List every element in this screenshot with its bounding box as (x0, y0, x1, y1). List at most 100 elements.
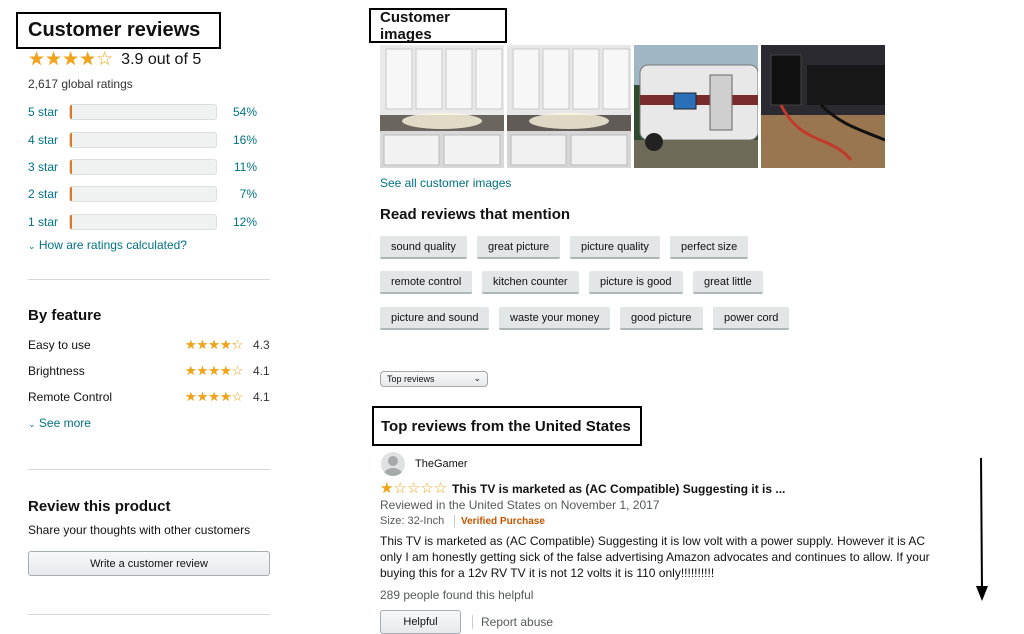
helpful-button[interactable]: Helpful (380, 610, 461, 634)
customer-images-title-text: Customer images (380, 8, 451, 43)
sort-reviews-select[interactable]: Top reviews ⌄ (380, 371, 488, 387)
histogram-percent[interactable]: 11% (217, 160, 257, 174)
divider (28, 614, 270, 615)
star-filled-icon: ★★★★★ (185, 390, 233, 403)
mention-chip[interactable]: picture and sound (380, 307, 490, 330)
histogram-bar[interactable] (69, 214, 217, 230)
star-filled-icon: ★★★★★ (185, 338, 235, 351)
average-rating: ☆☆☆☆☆ ★★★★★ 3.9 out of 5 (28, 50, 201, 69)
histogram-bar-fill (70, 105, 72, 119)
histogram-star-label[interactable]: 4 star (28, 133, 69, 147)
review-date: Reviewed in the United States on Novembe… (380, 498, 660, 512)
report-abuse-link[interactable]: Report abuse (481, 615, 553, 629)
chevron-down-icon: ⌄ (28, 241, 36, 251)
histogram-percent[interactable]: 12% (217, 215, 257, 229)
histogram-bar-fill (70, 160, 72, 174)
histogram-star-label[interactable]: 5 star (28, 105, 69, 119)
mention-chip[interactable]: kitchen counter (482, 271, 579, 294)
share-thoughts-text: Share your thoughts with other customers (28, 523, 251, 537)
histogram-percent[interactable]: 7% (217, 187, 257, 201)
histogram-bar-fill (70, 215, 72, 229)
by-feature-title: By feature (28, 307, 102, 324)
global-ratings-count: 2,617 global ratings (28, 77, 133, 91)
feature-rating-value: 4.3 (253, 338, 270, 352)
histogram-bar-fill (70, 133, 72, 147)
mention-chip[interactable]: good picture (620, 307, 703, 330)
mention-chip[interactable]: perfect size (670, 236, 749, 259)
top-reviews-title: Top reviews from the United States (372, 406, 642, 446)
customer-image-1[interactable] (380, 45, 504, 168)
avatar (381, 452, 405, 476)
customer-reviews-title-text: Customer reviews (28, 19, 201, 41)
how-ratings-calculated-link[interactable]: ⌄ How are ratings calculated? (28, 238, 187, 252)
review-rating-stars: ☆☆☆☆☆ ★★★★★ (380, 481, 447, 496)
feature-name: Remote Control (28, 390, 113, 404)
see-more-text: See more (38, 416, 91, 430)
review-size[interactable]: Size: 32-Inch (380, 515, 444, 527)
histogram-row-2-star[interactable]: 2 star 7% (28, 185, 258, 203)
feature-name: Brightness (28, 364, 85, 378)
write-review-button[interactable]: Write a customer review (28, 551, 270, 576)
mention-chip[interactable]: remote control (380, 271, 473, 294)
histogram-bar[interactable] (69, 159, 217, 175)
reviewer-name[interactable]: TheGamer (415, 458, 468, 470)
divider (472, 615, 473, 629)
top-reviews-title-text: Top reviews from the United States (381, 417, 631, 435)
customer-image-3[interactable] (634, 45, 758, 168)
verified-purchase-badge: Verified Purchase (461, 516, 545, 527)
feature-row: Easy to use ☆☆☆☆☆★★★★★ 4.3 (28, 338, 270, 354)
histogram-bar[interactable] (69, 132, 217, 148)
histogram-percent[interactable]: 54% (217, 105, 257, 119)
divider (454, 515, 455, 528)
mention-chip[interactable]: picture is good (589, 271, 683, 294)
histogram-percent[interactable]: 16% (217, 133, 257, 147)
histogram-bar[interactable] (69, 104, 217, 120)
customer-images-title: Customer images (369, 8, 507, 43)
feature-rating-value: 4.1 (253, 390, 270, 404)
histogram-star-label[interactable]: 3 star (28, 160, 69, 174)
histogram-row-5-star[interactable]: 5 star 54% (28, 103, 258, 121)
helpful-count: 289 people found this helpful (380, 588, 534, 602)
feature-row: Brightness ☆☆☆☆☆★★★★★ 4.1 (28, 364, 270, 380)
feature-row: Remote Control ☆☆☆☆☆★★★★★ 4.1 (28, 390, 270, 406)
histogram-star-label[interactable]: 2 star (28, 187, 69, 201)
star-filled-icon: ★★★★★ (185, 364, 233, 377)
divider (28, 279, 270, 280)
mention-chip[interactable]: great little (693, 271, 763, 294)
histogram-bar-fill (70, 187, 72, 201)
chevron-down-icon: ⌄ (473, 373, 481, 383)
read-reviews-mention-title: Read reviews that mention (380, 206, 571, 223)
histogram-row-4-star[interactable]: 4 star 16% (28, 131, 258, 149)
star-filled-icon: ★★★★★ (28, 50, 95, 69)
see-more-link[interactable]: ⌄ See more (28, 416, 91, 430)
mention-chip[interactable]: waste your money (499, 307, 611, 330)
customer-image-2[interactable] (507, 45, 631, 168)
average-rating-stars: ☆☆☆☆☆ ★★★★★ (28, 50, 113, 69)
star-filled-icon: ★★★★★ (380, 481, 394, 496)
review-body: This TV is marketed as (AC Compatible) S… (380, 534, 930, 580)
histogram-star-label[interactable]: 1 star (28, 215, 69, 229)
how-ratings-calculated-text: How are ratings calculated? (38, 238, 187, 252)
histogram-bar[interactable] (69, 186, 217, 202)
see-all-customer-images-link[interactable]: See all customer images (380, 176, 511, 190)
mention-chip[interactable]: sound quality (380, 236, 467, 259)
feature-name: Easy to use (28, 338, 91, 352)
divider (28, 469, 270, 470)
mention-chip[interactable]: picture quality (570, 236, 660, 259)
customer-reviews-title: Customer reviews (16, 12, 221, 49)
review-product-title: Review this product (28, 498, 171, 515)
mention-chip[interactable]: power cord (713, 307, 790, 330)
feature-rating-stars: ☆☆☆☆☆★★★★★ (185, 338, 243, 351)
feature-rating-stars: ☆☆☆☆☆★★★★★ (185, 390, 243, 403)
feature-rating-stars: ☆☆☆☆☆★★★★★ (185, 364, 243, 377)
review-headline[interactable]: This TV is marketed as (AC Compatible) S… (452, 482, 785, 496)
chevron-down-icon: ⌄ (28, 419, 36, 429)
scroll-down-arrow-icon (976, 458, 988, 601)
average-rating-text: 3.9 out of 5 (121, 50, 202, 68)
sort-reviews-value: Top reviews (387, 374, 435, 384)
histogram-row-1-star[interactable]: 1 star 12% (28, 213, 258, 231)
feature-rating-value: 4.1 (253, 364, 270, 378)
mention-chip[interactable]: great picture (477, 236, 561, 259)
customer-image-4[interactable] (761, 45, 885, 168)
histogram-row-3-star[interactable]: 3 star 11% (28, 158, 258, 176)
